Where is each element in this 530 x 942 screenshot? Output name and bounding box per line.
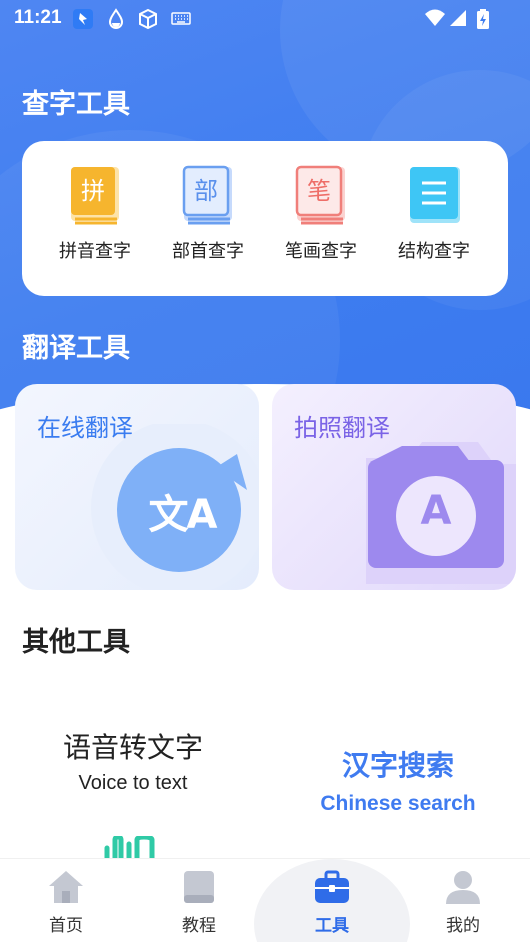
toolbox-icon: [315, 870, 349, 903]
tab-home[interactable]: 首页: [26, 869, 106, 936]
tab-label: 我的: [446, 916, 480, 936]
tab-tools[interactable]: 工具: [292, 869, 372, 936]
app-notification-icon: [72, 8, 94, 34]
lookup-item-pinyin[interactable]: 拼 拼音查字: [45, 165, 145, 263]
battery-icon: [476, 8, 490, 34]
stroke-book-icon: 笔: [293, 165, 349, 227]
bottom-tab-bar: 首页 教程 工具 我的: [0, 858, 530, 942]
signal-icon: [448, 8, 468, 32]
voice-to-text-item[interactable]: 语音转文字 Voice to text: [38, 726, 228, 795]
drop-icon: [106, 8, 126, 34]
lookup-section-title: 查字工具: [22, 89, 130, 120]
lookup-item-structure[interactable]: 结构查字: [384, 165, 484, 263]
keyboard-icon: [170, 8, 192, 32]
lookup-card: 拼 拼音查字 部 部首查字 笔 笔画查字 结构查字: [22, 141, 508, 296]
lookup-item-stroke[interactable]: 笔 笔画查字: [271, 165, 371, 263]
photo-translate-card[interactable]: 拍照翻译 A: [272, 384, 516, 590]
lookup-item-label: 部首查字: [172, 241, 244, 262]
person-icon: [446, 871, 480, 904]
radical-book-icon: 部: [180, 165, 236, 227]
stroke-glyph: 笔: [307, 177, 331, 205]
tab-mine[interactable]: 我的: [423, 869, 503, 936]
translate-glyph: 文A: [148, 492, 218, 538]
status-time: 11:21: [14, 7, 62, 28]
tab-tutorial[interactable]: 教程: [159, 869, 239, 936]
voice-title: 语音转文字: [62, 731, 203, 764]
pinyin-book-icon: 拼: [67, 165, 123, 227]
lookup-item-label: 拼音查字: [59, 241, 131, 262]
chinese-search-item[interactable]: 汉字搜索 Chinese search: [300, 744, 496, 816]
voice-subtitle: Voice to text: [78, 772, 188, 794]
search-title: 汉字搜索: [341, 749, 454, 782]
tab-label: 教程: [182, 916, 216, 936]
other-section-title: 其他工具: [22, 627, 130, 658]
photo-translate-glyph: A: [420, 488, 452, 534]
translate-section-title: 翻译工具: [22, 333, 130, 364]
lookup-item-radical[interactable]: 部 部首查字: [158, 165, 258, 263]
pinyin-glyph: 拼: [81, 177, 105, 205]
radical-glyph: 部: [194, 177, 218, 205]
home-icon: [49, 871, 83, 903]
search-subtitle: Chinese search: [320, 792, 476, 815]
cube-icon: [137, 8, 159, 34]
waveform-icon: [104, 836, 155, 858]
book-icon: [184, 871, 214, 903]
lookup-item-label: 笔画查字: [285, 241, 357, 262]
lookup-item-label: 结构查字: [398, 241, 470, 262]
online-translate-card[interactable]: 在线翻译 文A: [15, 384, 259, 590]
wifi-icon: [424, 8, 446, 32]
status-bar: 11:21: [0, 0, 530, 36]
structure-book-icon: [406, 165, 462, 227]
tab-label: 工具: [315, 916, 349, 936]
tab-label: 首页: [49, 916, 83, 936]
